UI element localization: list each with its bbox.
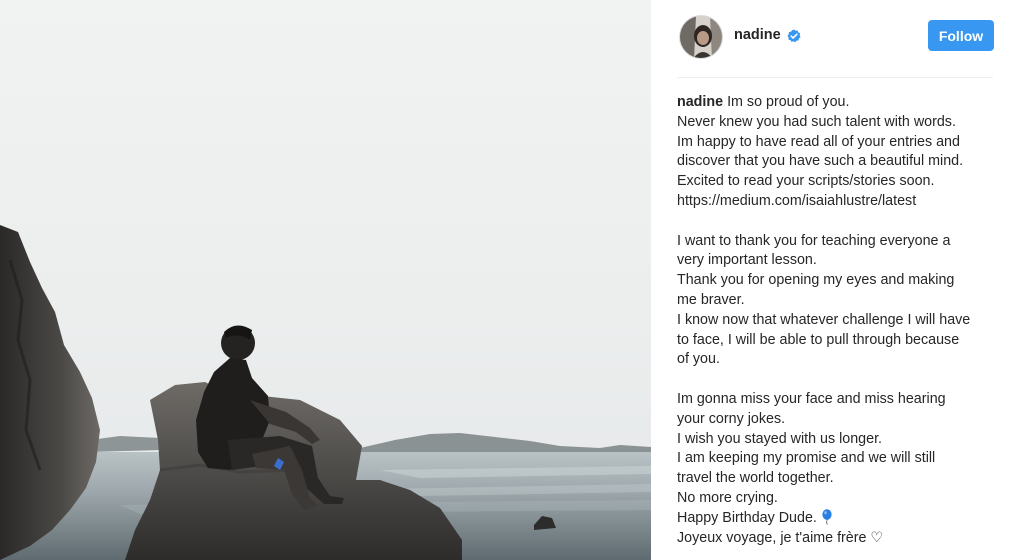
follow-button[interactable]: Follow [928,20,994,51]
beach-photo-image [0,0,651,560]
post-caption: nadine Im so proud of you. Never knew yo… [677,93,999,548]
username-link[interactable]: nadine [734,27,781,43]
caption-line: me braver. [677,291,745,308]
caption-url-link[interactable]: https://medium.com/isaiahlustre/latest [677,192,999,212]
post-photo[interactable] [0,0,651,560]
caption-line: of you. [677,351,720,368]
caption-line: your corny jokes. [677,410,786,427]
caption-line: very important lesson. [677,252,817,269]
caption-line: Happy Birthday Dude. [677,508,999,529]
caption-line: I wish you stayed with us longer. [677,430,883,447]
post-side-panel: nadine Follow nadine Im so proud of you.… [651,0,1018,560]
caption-line: I am keeping my promise and we will stil… [677,450,936,467]
caption-line: nadine Im so proud of you. [677,93,999,113]
caption-line: to face, I will be able to pull through … [677,331,960,348]
caption-line: No more crying. [677,489,778,506]
caption-line: Excited to read your scripts/stories soo… [677,173,935,190]
caption-line: Never knew you had such talent with word… [677,113,956,130]
instagram-post: nadine Follow nadine Im so proud of you.… [0,0,1018,560]
post-header: nadine Follow [677,0,994,78]
verified-badge-icon [787,29,801,43]
caption-text: Happy Birthday Dude. [677,509,817,526]
caption-line: I want to thank you for teaching everyon… [677,232,951,249]
caption-line: Joyeux voyage, je t'aime frère ♡ [677,529,884,546]
caption-line: Thank you for opening my eyes and making [677,272,955,289]
profile-avatar[interactable] [679,15,723,59]
caption-line: Im happy to have read all of your entrie… [677,133,960,150]
caption-line: Im gonna miss your face and miss hearing [677,390,946,407]
caption-line: travel the world together. [677,470,834,487]
caption-text: Im so proud of you. [727,94,850,110]
caption-line: discover that you have such a beautiful … [677,153,964,170]
balloon-icon [822,508,832,525]
caption-author-link[interactable]: nadine [677,94,723,110]
avatar-image [680,16,722,58]
caption-line: I know now that whatever challenge I wil… [677,311,971,328]
